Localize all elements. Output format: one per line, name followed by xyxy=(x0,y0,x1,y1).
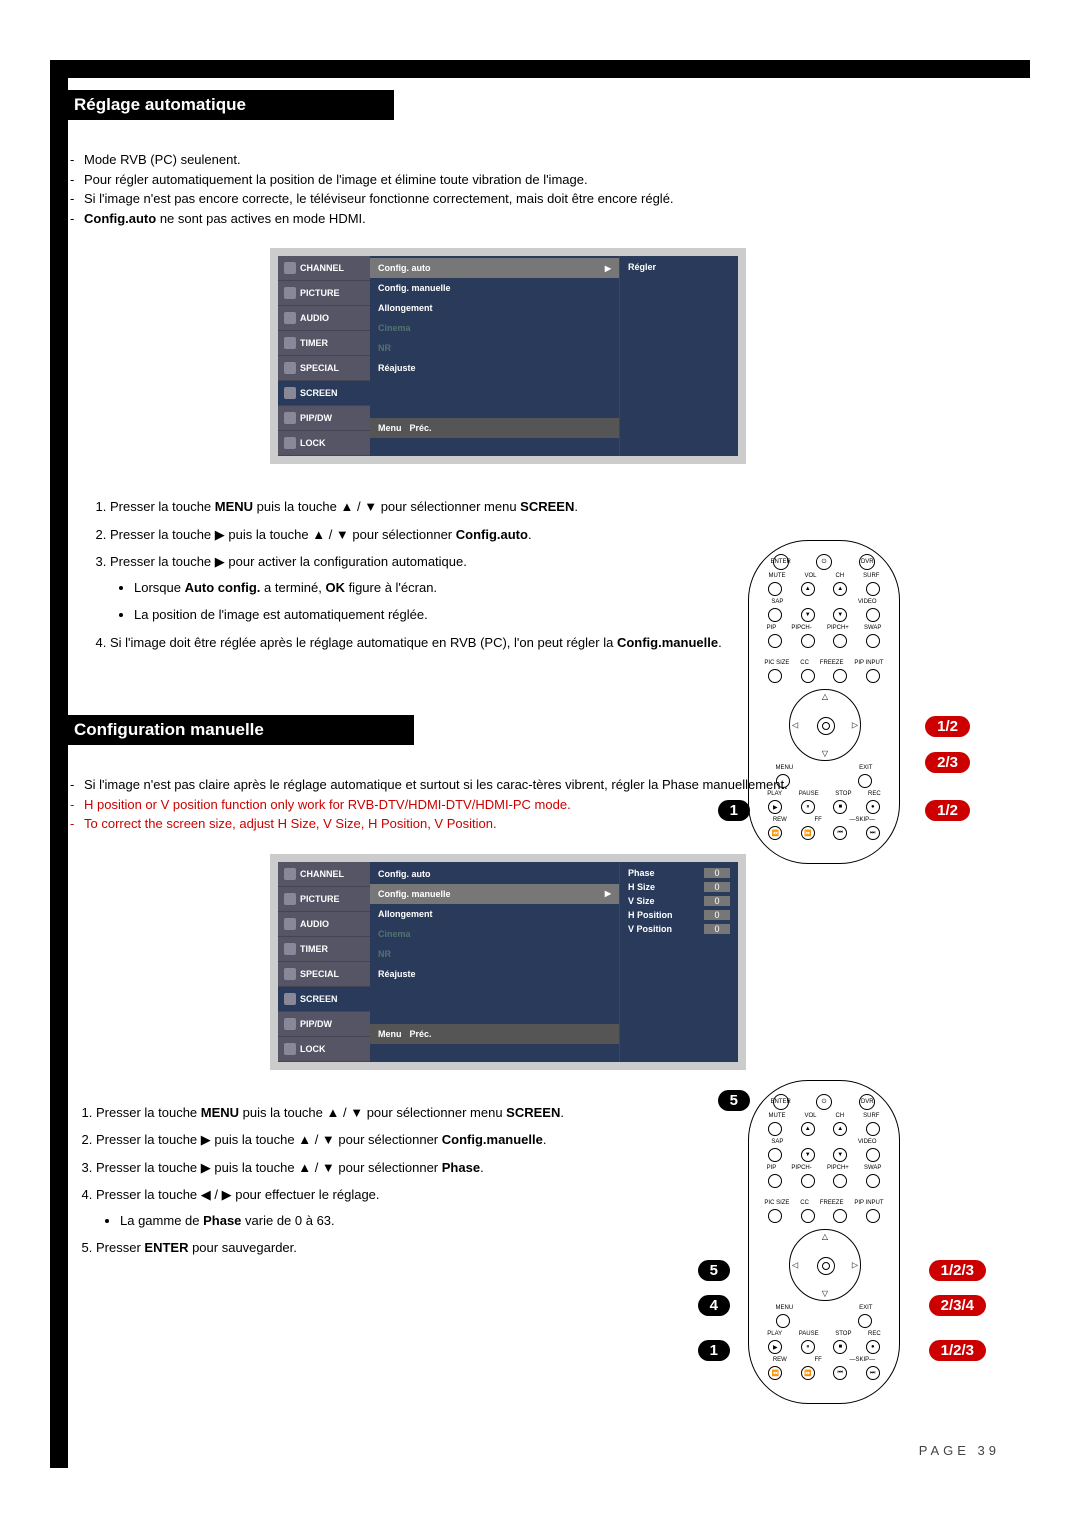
osd-menu-2: CHANNEL PICTURE AUDIO TIMER SPECIAL SCRE… xyxy=(270,854,746,1070)
note: Config.auto ne sont pas actives en mode … xyxy=(70,209,1020,229)
power-button: ⏻ xyxy=(816,554,832,570)
callout-123: 1/2/3 xyxy=(929,1260,986,1281)
note: Mode RVB (PC) seulenent. xyxy=(70,150,1020,170)
osd-right-label: Régler xyxy=(624,260,734,274)
enter-button: ENTER xyxy=(773,554,789,570)
osd-row: Config. auto xyxy=(378,263,431,273)
osd-menu-1: CHANNEL PICTURE AUDIO TIMER SPECIAL SCRE… xyxy=(270,248,746,464)
osd-side-item: SCREEN xyxy=(300,388,338,398)
osd-row: Réajuste xyxy=(378,363,416,373)
osd-side-item: PICTURE xyxy=(300,288,340,298)
osd-row: Config. manuelle xyxy=(378,283,451,293)
section1-notes: Mode RVB (PC) seulenent. Pour régler aut… xyxy=(70,150,1020,228)
osd-side-item: LOCK xyxy=(300,438,326,448)
callout-234: 2/3/4 xyxy=(929,1295,986,1316)
section2-notes: Si l'image n'est pas claire après le rég… xyxy=(70,775,1020,834)
osd-row: Cinema xyxy=(378,323,411,333)
osd-side-item: PIP/DW xyxy=(300,413,332,423)
osd-row: NR xyxy=(378,343,391,353)
note: Pour régler automatiquement la position … xyxy=(70,170,1020,190)
note: To correct the screen size, adjust H Siz… xyxy=(70,814,1020,834)
osd-side-item: TIMER xyxy=(300,338,328,348)
osd-side-item: CHANNEL xyxy=(300,263,344,273)
section1-header: Réglage automatique xyxy=(70,90,1020,120)
callout-5b: 5 xyxy=(698,1260,730,1281)
osd-side-item: SPECIAL xyxy=(300,363,339,373)
step: Presser la touche MENU puis la touche ▲ … xyxy=(110,497,1020,517)
note: Si l'image n'est pas claire après le rég… xyxy=(70,775,1020,795)
remote-diagram-2: ENTER⏻DVR MUTEVOLCHSURF ▲▲ SAPVIDEO ▼▼ P… xyxy=(748,1080,900,1404)
callout-5: 5 xyxy=(718,1090,750,1111)
callout-1b: 1 xyxy=(698,1340,730,1361)
step: Presser la touche ▶ puis la touche ▲ / ▼… xyxy=(110,525,1020,545)
callout-23: 2/3 xyxy=(925,752,970,773)
dvr-button: DVR xyxy=(859,554,875,570)
callout-4: 4 xyxy=(698,1295,730,1316)
osd-side-item: AUDIO xyxy=(300,313,329,323)
section2-header: Configuration manuelle xyxy=(70,715,1020,745)
osd-row: Allongement xyxy=(378,303,433,313)
section1-title: Réglage automatique xyxy=(60,90,394,120)
page-number: PAGE 39 xyxy=(919,1443,1000,1458)
note: H position or V position function only w… xyxy=(70,795,1020,815)
section2-title: Configuration manuelle xyxy=(60,715,414,745)
callout-123b: 1/2/3 xyxy=(929,1340,986,1361)
note: Si l'image n'est pas encore correcte, le… xyxy=(70,189,1020,209)
